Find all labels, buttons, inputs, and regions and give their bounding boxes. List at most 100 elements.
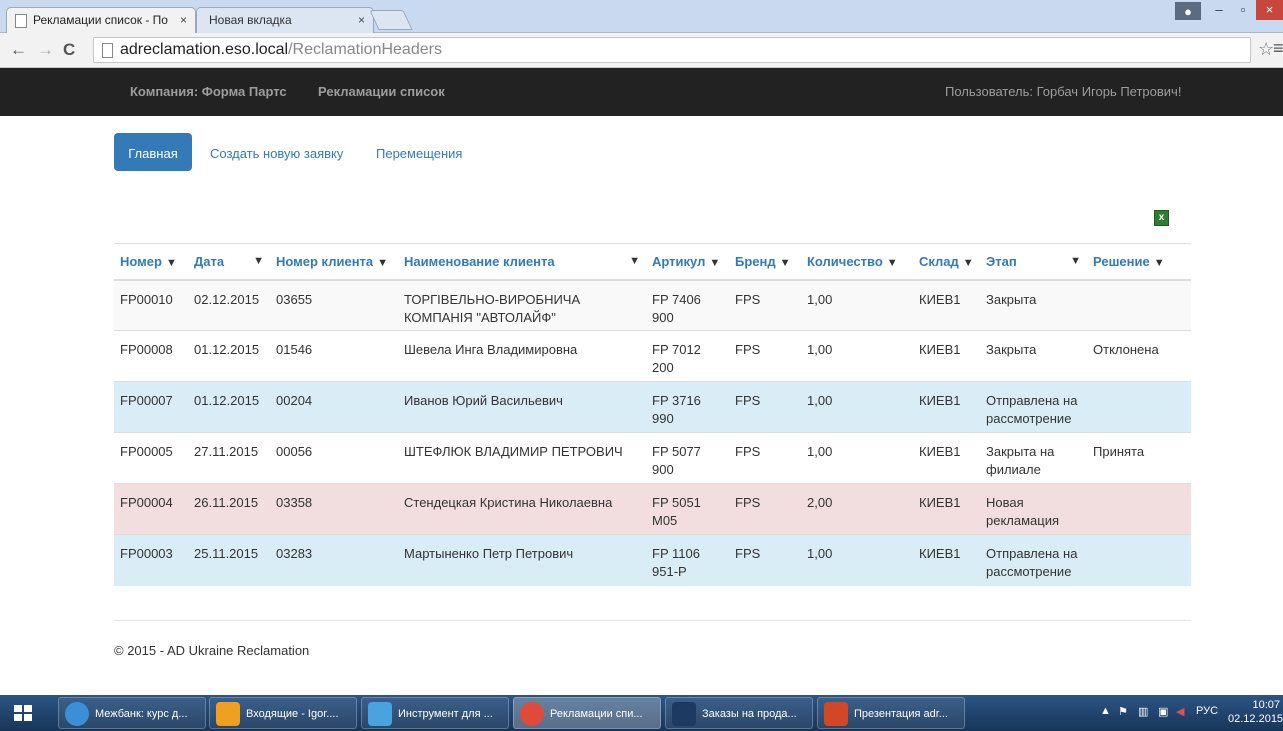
cell-date-line: 25.11.2015 — [194, 546, 259, 561]
clock[interactable]: 10:07 02.12.2015 — [1228, 698, 1283, 726]
filter-icon[interactable]: ▼ — [963, 257, 974, 269]
clock-time: 10:07 — [1252, 699, 1280, 711]
cell-number-line: FP00004 — [120, 495, 173, 510]
taskbar-item-chrome[interactable]: Рекламации спи... — [513, 697, 661, 729]
url-host: adreclamation.eso.local — [120, 41, 289, 58]
table-row[interactable]: FP00010 02.12.2015 03655 ТОРГІВЕЛЬНО-ВИРОБН… — [114, 279, 1191, 331]
cell-article: FP 7012 200 — [646, 330, 729, 382]
windows-taskbar: Межбанк: курс д... Входящие - Igor.... И… — [0, 695, 1283, 731]
navbar-brand[interactable]: Компания: Форма Партс — [130, 84, 287, 99]
cell-date-line: 02.12.2015 — [194, 291, 260, 307]
close-window-button[interactable]: × — [1256, 0, 1283, 20]
cell-brand: FPS — [729, 534, 801, 586]
cell-number: FP00010 — [114, 279, 188, 331]
cell-stage-line: рассмотрение — [986, 564, 1072, 579]
windows-start-icon[interactable] — [14, 705, 32, 721]
table-row[interactable]: FP00007 01.12.2015 00204 Иванов Юрий Василь… — [114, 381, 1191, 433]
excel-export-icon[interactable]: x — [1154, 210, 1169, 226]
cell-client-number: 03283 — [270, 534, 398, 586]
cell-brand-line: FPS — [735, 291, 761, 307]
cell-brand-line: FPS — [735, 393, 761, 408]
device-icon[interactable]: ▣ — [1158, 705, 1168, 718]
filter-icon[interactable]: ▼ — [166, 257, 177, 269]
cell-quantity-line: 2,00 — [807, 495, 833, 510]
cell-brand-line: FPS — [735, 546, 761, 561]
flag-icon[interactable]: ⚑ — [1118, 705, 1128, 718]
footer-copyright: © 2015 - AD Ukraine Reclamation — [114, 643, 310, 658]
cell-stage-line: рекламация — [986, 513, 1060, 528]
maximize-button[interactable]: ▫ — [1232, 0, 1254, 20]
column-header-number[interactable]: Номер ▼ — [114, 243, 188, 281]
address-bar[interactable]: adreclamation.eso.local/ReclamationHeade… — [93, 37, 1251, 63]
cell-quantity: 2,00 — [801, 483, 913, 535]
cell-quantity: 1,00 — [801, 534, 913, 586]
taskbar-item-dynamics[interactable]: Заказы на прода... — [665, 697, 813, 729]
filter-icon[interactable]: ▼ — [253, 255, 264, 267]
forward-arrow-icon[interactable]: → — [37, 40, 54, 60]
filter-icon[interactable]: ▼ — [377, 257, 388, 269]
cell-stage: Отправлена на рассмотрение — [980, 534, 1087, 586]
column-header-decision[interactable]: Решение ▼ — [1087, 243, 1191, 281]
cell-client-name: Стендецкая Кристина Николаевна — [398, 483, 646, 535]
new-tab-button[interactable] — [369, 10, 413, 30]
cell-quantity-line: 1,00 — [807, 393, 833, 408]
column-header-client-number[interactable]: Номер клиента ▼ — [270, 243, 398, 281]
cell-stage: Новая рекламация — [980, 483, 1087, 535]
navbar-link-reclamations[interactable]: Рекламации список — [318, 84, 445, 99]
column-header-quantity[interactable]: Количество ▼ — [801, 243, 913, 281]
taskbar-item-powerpoint[interactable]: Презентация adr... — [817, 697, 965, 729]
tab-reclamation-list[interactable]: Рекламации список - По × — [6, 7, 196, 33]
column-header-article[interactable]: Артикул ▼ — [646, 243, 729, 281]
column-header-date[interactable]: Дата ▼ — [188, 243, 270, 281]
back-arrow-icon[interactable]: ← — [10, 40, 27, 60]
filter-icon[interactable]: ▼ — [709, 257, 720, 269]
cell-number-line: FP00003 — [120, 546, 173, 561]
taskbar-item-outlook[interactable]: Входящие - Igor.... — [209, 697, 357, 729]
close-tab-icon[interactable]: × — [180, 13, 187, 27]
taskbar-item-ie[interactable]: Межбанк: курс д... — [58, 697, 206, 729]
cell-date-line: 26.11.2015 — [194, 495, 259, 510]
table-row[interactable]: FP00003 25.11.2015 03283 Мартыненко Петр Пе… — [114, 534, 1191, 586]
cell-stage-line: рассмотрение — [986, 411, 1072, 426]
close-tab-icon[interactable]: × — [358, 13, 365, 27]
cell-warehouse-line: КИЕВ1 — [919, 444, 961, 459]
pill-home[interactable]: Главная — [114, 133, 192, 171]
reload-icon[interactable]: C — [63, 40, 75, 60]
table-row[interactable]: FP00008 01.12.2015 01546 Шевела Инга Владим… — [114, 330, 1191, 382]
filter-icon[interactable]: ▼ — [1070, 255, 1081, 267]
page-favicon-icon — [15, 14, 27, 28]
filter-icon[interactable]: ▼ — [780, 257, 791, 269]
filter-icon[interactable]: ▼ — [629, 255, 640, 267]
cell-article-line: 951-P — [652, 564, 687, 579]
tray-arrow-icon[interactable]: ▲ — [1100, 705, 1111, 717]
bookmark-star-icon[interactable]: ☆ — [1258, 39, 1274, 60]
cell-date-line: 01.12.2015 — [194, 393, 260, 408]
cell-decision — [1087, 483, 1191, 535]
cell-warehouse: КИЕВ1 — [913, 330, 980, 382]
browser-tabstrip: Рекламации список - По × Новая вкладка ×… — [0, 0, 1283, 33]
column-header-stage[interactable]: Этап ▼ — [980, 243, 1087, 281]
cell-client-name-line: Шевела Инга Владимировна — [404, 342, 578, 357]
taskbar-item-tool[interactable]: Инструмент для ... — [361, 697, 509, 729]
language-indicator[interactable]: РУС — [1196, 705, 1218, 717]
column-header-warehouse[interactable]: Склад ▼ — [913, 243, 980, 281]
cell-stage-line: Закрыта — [986, 291, 1037, 307]
column-header-client-name[interactable]: Наименование клиента ▼ — [398, 243, 646, 281]
filter-icon[interactable]: ▼ — [1154, 257, 1165, 269]
cell-warehouse: КИЕВ1 — [913, 381, 980, 433]
menu-icon[interactable]: ≡ — [1273, 38, 1283, 59]
volume-icon[interactable]: ◀ — [1176, 705, 1184, 718]
table-row[interactable]: FP00004 26.11.2015 03358 Стендецкая Кристин… — [114, 483, 1191, 535]
cell-client-name: Иванов Юрий Васильевич — [398, 381, 646, 433]
user-profile-icon[interactable]: ● — [1175, 2, 1201, 20]
cell-brand-line: FPS — [735, 444, 761, 459]
table-row[interactable]: FP00005 27.11.2015 00056 ШТЕФЛЮК ВЛАДИМИР П… — [114, 432, 1191, 484]
pill-moves[interactable]: Перемещения — [376, 133, 462, 171]
cell-client-number-line: 00056 — [276, 444, 313, 459]
pill-create-request[interactable]: Создать новую заявку — [210, 133, 343, 171]
network-icon[interactable]: ▥ — [1138, 705, 1148, 718]
minimize-button[interactable]: – — [1208, 0, 1230, 20]
tab-new-tab[interactable]: Новая вкладка × — [196, 7, 374, 33]
column-header-brand[interactable]: Бренд ▼ — [729, 243, 801, 281]
filter-icon[interactable]: ▼ — [887, 257, 898, 269]
